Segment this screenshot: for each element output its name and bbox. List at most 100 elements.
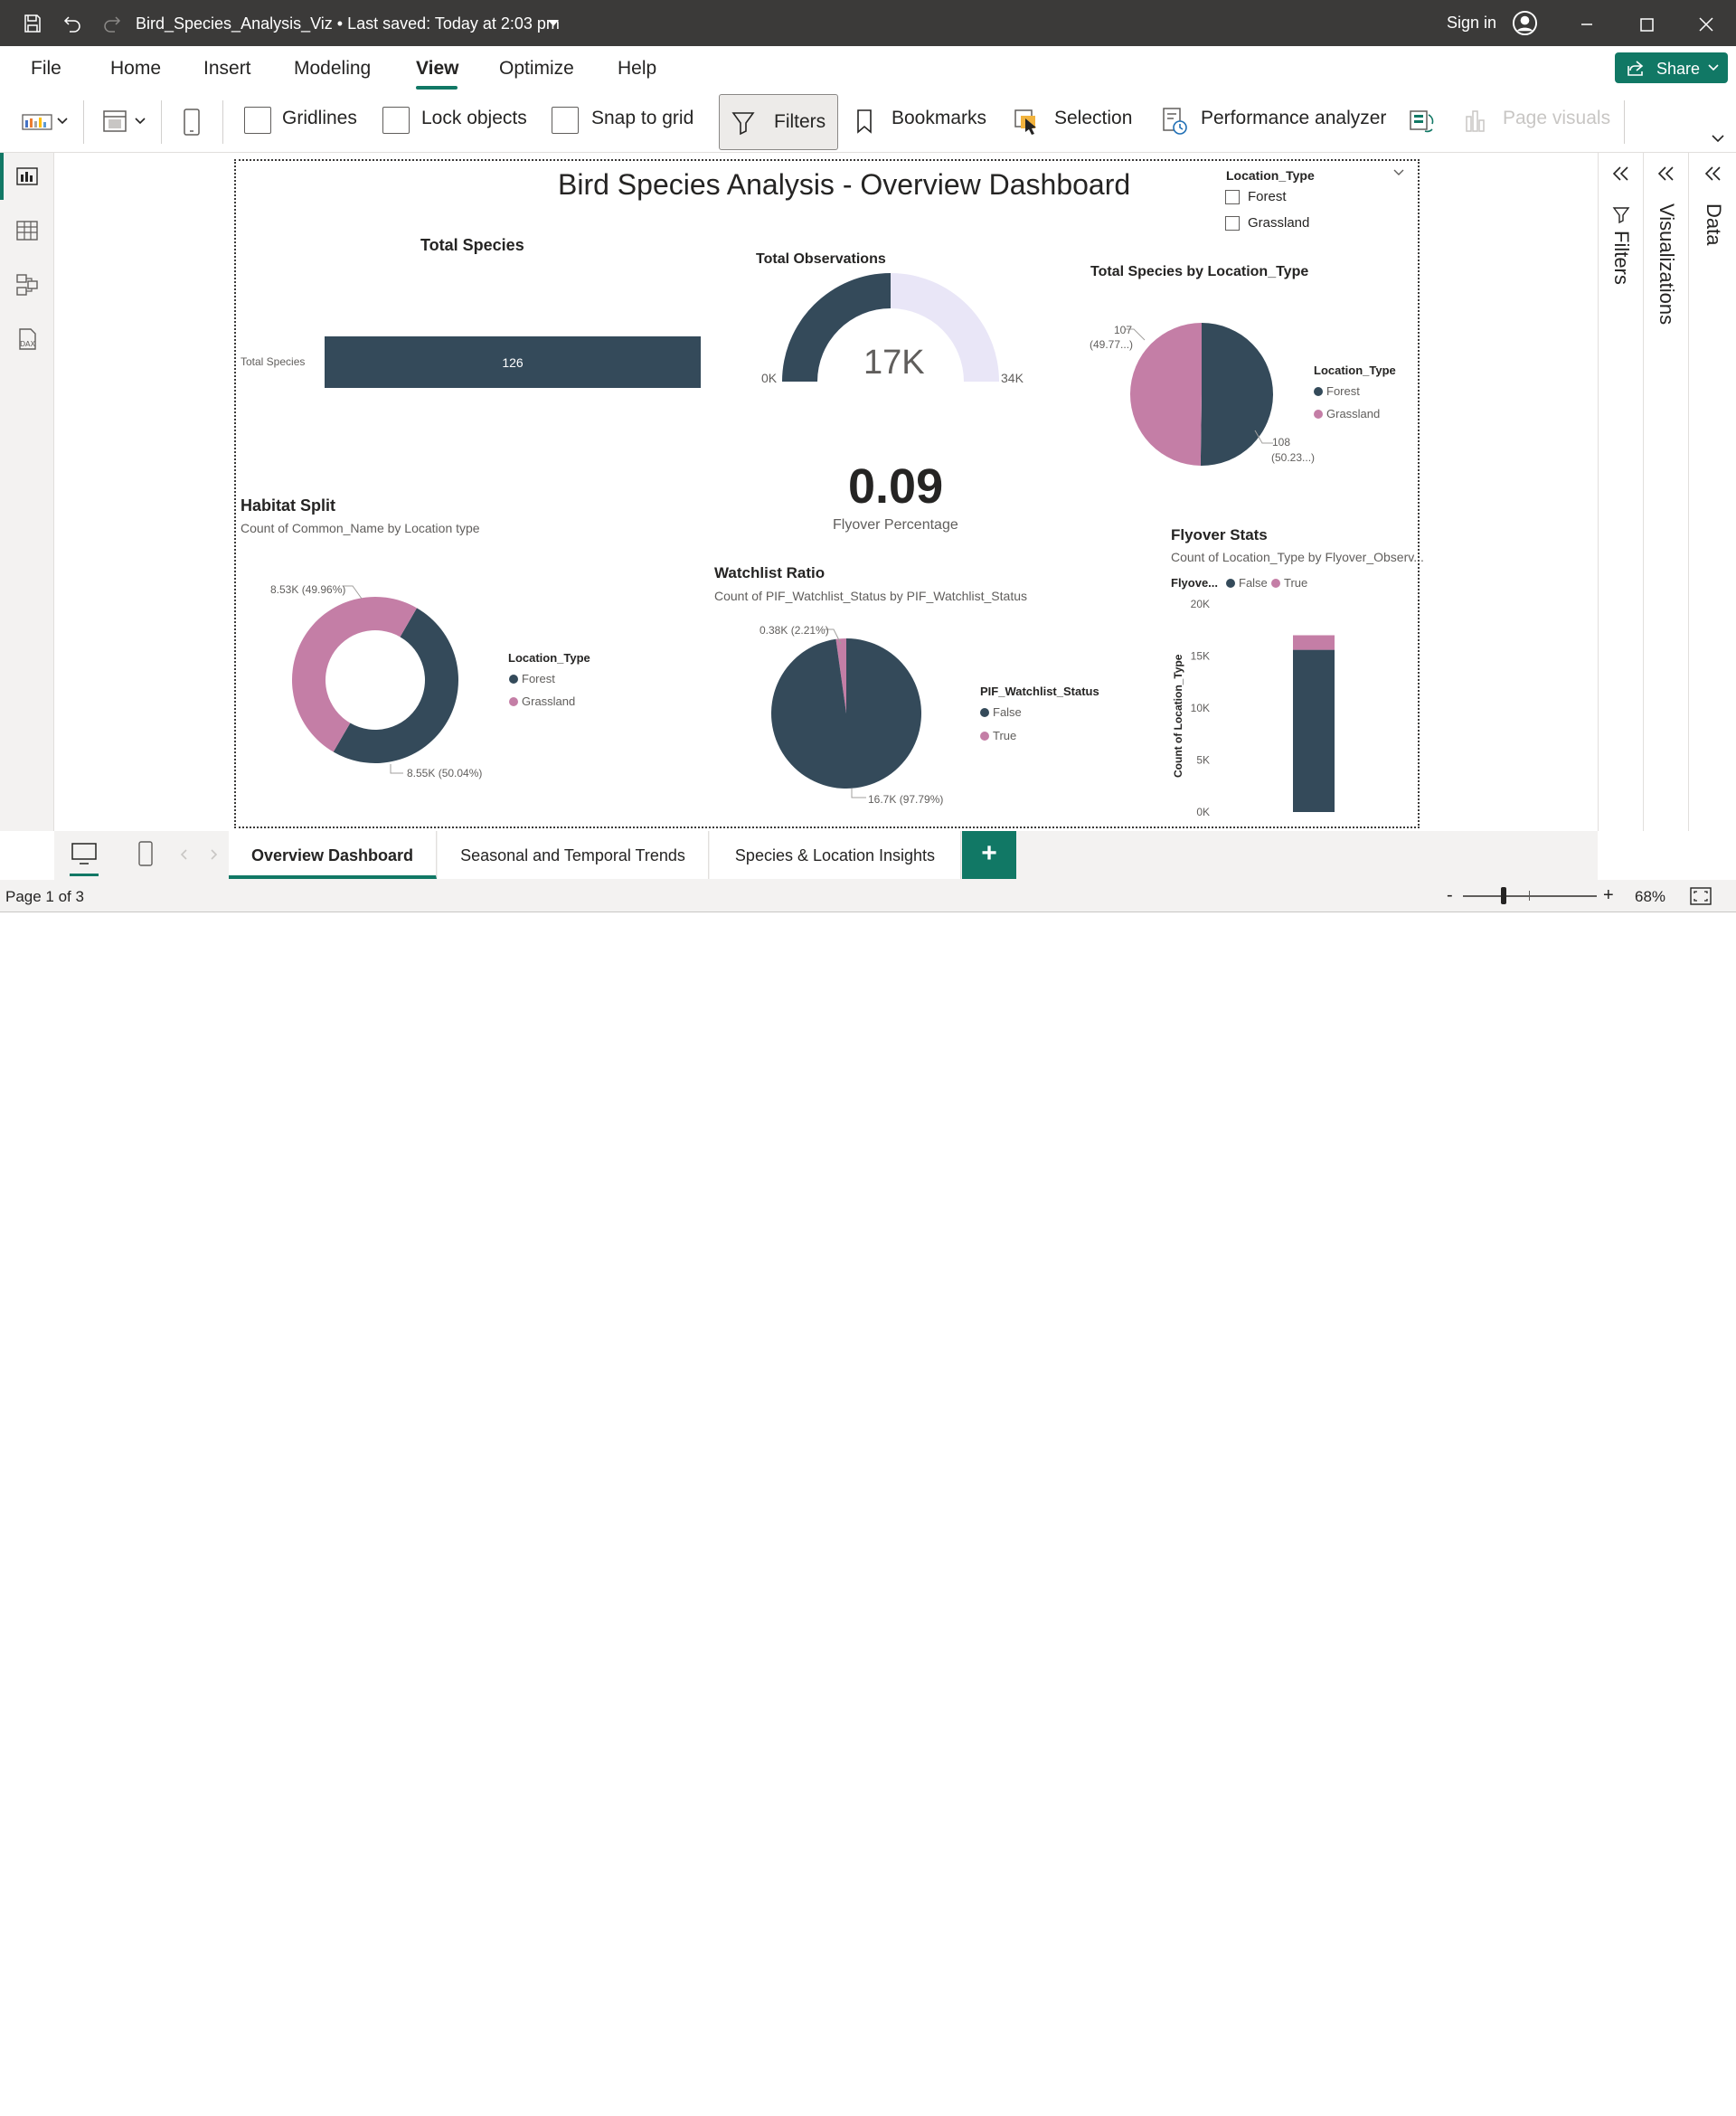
legend-label: Grassland	[1326, 407, 1381, 420]
watchlist-subtitle: Count of PIF_Watchlist_Status by PIF_Wat…	[714, 589, 1027, 603]
pie1-legend-title: Location_Type	[1314, 364, 1396, 377]
flyover-legend-false[interactable]: False	[1226, 576, 1268, 590]
watchlist-legend-false[interactable]: False	[980, 705, 1022, 719]
pie1-legend-grassland[interactable]: Grassland	[1314, 407, 1380, 420]
active-view-indicator	[0, 153, 4, 200]
menu-insert[interactable]: Insert	[203, 58, 251, 80]
close-icon[interactable]	[1693, 11, 1720, 38]
flyover-legend-true[interactable]: True	[1271, 576, 1307, 590]
expand-filters-icon[interactable]	[1611, 165, 1631, 182]
snap-to-grid-label[interactable]: Snap to grid	[591, 108, 693, 129]
dax-query-view-icon[interactable]: DAX	[14, 326, 40, 352]
donut-legend-grassland[interactable]: Grassland	[509, 694, 575, 708]
bookmarks-label[interactable]: Bookmarks	[892, 108, 986, 129]
ribbon-expand-chevron-icon[interactable]	[1711, 133, 1725, 144]
watchlist-legend-true[interactable]: True	[980, 729, 1016, 742]
lock-objects-label[interactable]: Lock objects	[421, 108, 527, 129]
pie1-legend-forest[interactable]: Forest	[1314, 384, 1360, 398]
mobile-layout-icon[interactable]	[136, 840, 156, 869]
scroll-tabs-left-icon[interactable]	[179, 848, 190, 861]
fit-to-page-icon[interactable]	[1689, 886, 1712, 906]
active-menu-indicator	[416, 86, 458, 90]
page-view-icon[interactable]	[101, 108, 128, 135]
performance-analyzer-icon[interactable]	[1161, 106, 1188, 137]
tab-overview-dashboard[interactable]: Overview Dashboard	[229, 831, 437, 879]
scroll-tabs-right-icon[interactable]	[208, 848, 219, 861]
table-view-icon[interactable]	[14, 218, 40, 243]
gauge-min-label: 0K	[761, 371, 778, 385]
desktop-layout-icon[interactable]	[70, 841, 99, 866]
flyover-legend-title: Flyove...	[1171, 576, 1219, 590]
menu-file[interactable]: File	[31, 58, 61, 80]
save-icon[interactable]	[22, 13, 43, 34]
pie1-label-grassland-pct: (49.77...)	[1090, 338, 1134, 351]
menu-help[interactable]: Help	[618, 58, 656, 80]
share-button[interactable]: Share	[1615, 52, 1728, 83]
view-switcher-rail: DAX	[0, 153, 54, 831]
undo-icon[interactable]	[61, 13, 83, 34]
total-species-data-label: 126	[502, 355, 524, 370]
title-dropdown-icon[interactable]	[548, 20, 559, 26]
y-tick-label: 0K	[1196, 806, 1210, 818]
zoom-out-button[interactable]: -	[1447, 885, 1453, 906]
zoom-slider-track[interactable]	[1463, 895, 1597, 897]
active-layout-indicator	[70, 874, 99, 876]
performance-analyzer-label[interactable]: Performance analyzer	[1201, 108, 1386, 129]
tab-seasonal-trends[interactable]: Seasonal and Temporal Trends	[438, 831, 709, 879]
filters-button[interactable]: Filters	[719, 94, 838, 150]
legend-dot	[509, 697, 518, 706]
bookmark-icon[interactable]	[854, 108, 875, 135]
chevron-down-icon	[1708, 64, 1719, 71]
menu-view[interactable]: View	[416, 58, 458, 80]
gridlines-label[interactable]: Gridlines	[282, 108, 357, 129]
gauge-max-label: 34K	[1001, 371, 1024, 385]
gridlines-checkbox[interactable]	[244, 107, 271, 134]
zoom-slider-thumb[interactable]	[1501, 887, 1506, 904]
minimize-icon[interactable]	[1573, 11, 1600, 38]
pie-slice-grassland	[1130, 323, 1202, 466]
slicer-chevron-down-icon[interactable]	[1392, 168, 1405, 177]
expand-visualizations-icon[interactable]	[1656, 165, 1676, 182]
y-tick-label: 20K	[1191, 598, 1210, 610]
selection-icon[interactable]	[1013, 108, 1042, 137]
themes-icon[interactable]	[22, 111, 52, 133]
slicer-option-grassland[interactable]: Grassland	[1248, 215, 1309, 231]
filters-pane-collapsed[interactable]: Filters	[1598, 153, 1643, 831]
menu-home[interactable]: Home	[110, 58, 161, 80]
share-label: Share	[1656, 60, 1701, 78]
menu-optimize[interactable]: Optimize	[499, 58, 574, 80]
slicer-option-forest[interactable]: Forest	[1248, 189, 1287, 204]
file-title[interactable]: Bird_Species_Analysis_Viz • Last saved: …	[136, 14, 560, 33]
sync-slicers-icon[interactable]	[1407, 106, 1438, 137]
model-view-icon[interactable]	[14, 272, 40, 298]
redo-icon[interactable]	[101, 13, 123, 34]
lock-objects-checkbox[interactable]	[382, 107, 410, 134]
slicer-checkbox-grassland[interactable]	[1225, 216, 1240, 231]
themes-chevron-down-icon[interactable]	[56, 117, 69, 126]
donut-legend-forest[interactable]: Forest	[509, 672, 555, 685]
account-avatar-icon[interactable]	[1512, 10, 1538, 36]
maximize-icon[interactable]	[1633, 11, 1660, 38]
species-by-location-title: Total Species by Location_Type	[1090, 264, 1309, 279]
selection-label[interactable]: Selection	[1054, 108, 1132, 129]
expand-data-icon[interactable]	[1703, 165, 1723, 182]
snap-to-grid-checkbox[interactable]	[552, 107, 579, 134]
slicer-checkbox-forest[interactable]	[1225, 190, 1240, 204]
visualizations-pane-collapsed[interactable]: Visualizations	[1643, 153, 1688, 831]
menu-modeling[interactable]: Modeling	[294, 58, 371, 80]
mobile-layout-icon[interactable]	[181, 108, 203, 137]
add-page-button[interactable]: +	[962, 831, 1016, 879]
data-pane-collapsed[interactable]: Data	[1688, 153, 1736, 831]
legend-dot	[980, 708, 989, 717]
sign-in-link[interactable]: Sign in	[1447, 14, 1496, 33]
page-view-chevron-down-icon[interactable]	[134, 117, 146, 126]
ribbon-divider	[83, 100, 84, 144]
ribbon-divider	[1624, 100, 1625, 144]
tab-species-location[interactable]: Species & Location Insights	[710, 831, 961, 879]
legend-label: False	[993, 705, 1022, 719]
watchlist-label-false: 16.7K (97.79%)	[868, 793, 944, 806]
zoom-in-button[interactable]: +	[1603, 885, 1614, 906]
flyover-card-label: Flyover Percentage	[833, 517, 958, 533]
report-view-icon[interactable]	[14, 164, 40, 189]
legend-dot	[1314, 387, 1323, 396]
